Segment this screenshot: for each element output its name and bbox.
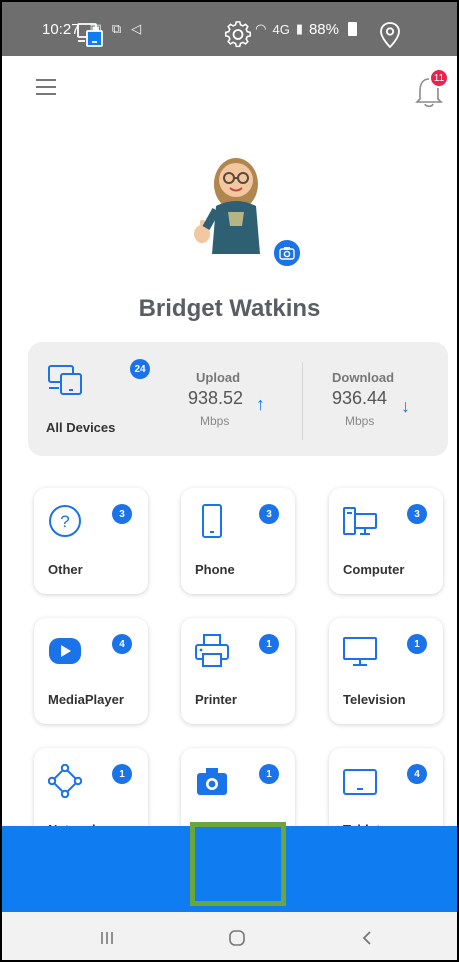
device-label: MediaPlayer — [48, 692, 124, 707]
television-icon — [343, 637, 377, 666]
device-count-badge: 1 — [407, 634, 427, 654]
device-label: Phone — [195, 562, 235, 577]
device-count-badge: 3 — [259, 504, 279, 524]
phone-icon — [202, 504, 222, 538]
device-card-computer[interactable]: 3 Computer — [329, 488, 443, 594]
device-count-badge: 1 — [259, 634, 279, 654]
upload-unit: Mbps — [200, 414, 230, 428]
signal-icon: ▮ — [295, 21, 303, 36]
all-devices-label[interactable]: All Devices — [46, 420, 115, 435]
download-unit: Mbps — [345, 414, 375, 428]
all-devices-icon[interactable] — [47, 364, 83, 396]
nav-settings[interactable]: Settings — [190, 2, 286, 88]
tablet-icon — [343, 769, 377, 795]
device-label: Television — [343, 692, 406, 707]
nav-label: Settings — [212, 54, 264, 70]
device-count-badge: 4 — [407, 764, 427, 784]
upload-label: Upload — [196, 370, 241, 385]
battery-percent: 88% — [308, 20, 339, 38]
media-player-icon — [49, 638, 81, 664]
download-value: 936.44 — [332, 388, 388, 408]
recents-icon[interactable] — [82, 912, 132, 960]
device-label: Printer — [195, 692, 237, 707]
summary-divider — [302, 362, 303, 440]
avatar-icon — [194, 158, 260, 254]
all-devices-count-badge: 24 — [130, 359, 150, 379]
upload-value: 938.52 — [188, 388, 244, 408]
app-frame: 10:27 ▣ ⧉ ◁ ◠ 4G ▮ 88% 11 Bridget Watkin… — [0, 0, 459, 962]
back-icon[interactable] — [342, 912, 392, 960]
svg-text:?: ? — [60, 512, 69, 531]
device-card-phone[interactable]: 3 Phone — [181, 488, 295, 594]
upload-arrow-icon: ↑ — [256, 394, 265, 414]
camera-icon — [197, 768, 227, 795]
nav-network-map[interactable]: Network Map — [342, 2, 438, 88]
change-photo-button[interactable] — [272, 238, 302, 268]
gear-icon — [224, 20, 252, 47]
device-count-badge: 3 — [112, 504, 132, 524]
device-label: Other — [48, 562, 83, 577]
device-count-badge: 1 — [112, 764, 132, 784]
device-count-badge: 3 — [407, 504, 427, 524]
home-icon[interactable] — [212, 912, 262, 960]
network-icon — [48, 764, 82, 798]
user-name: Bridget Watkins — [138, 295, 321, 322]
computer-icon — [343, 507, 377, 535]
device-count-badge: 4 — [112, 634, 132, 654]
question-icon: ? — [49, 505, 81, 537]
device-label: Computer — [343, 562, 405, 577]
devices-icon — [77, 22, 103, 47]
nav-devices[interactable]: Devices — [42, 2, 138, 88]
device-card-mediaplayer[interactable]: 4 MediaPlayer — [34, 618, 148, 724]
map-pin-icon — [380, 21, 400, 48]
device-card-television[interactable]: 1 Television — [329, 618, 443, 724]
download-arrow-icon: ↓ — [401, 396, 410, 416]
camera-icon — [279, 247, 295, 260]
device-count-badge: 1 — [259, 764, 279, 784]
nav-label: Devices — [65, 53, 115, 69]
device-card-other[interactable]: ? 3 Other — [34, 488, 148, 594]
settings-highlight-box — [190, 822, 286, 906]
device-card-printer[interactable]: 1 Printer — [181, 618, 295, 724]
nav-label: Network Map — [349, 54, 431, 70]
download-label: Download — [332, 370, 395, 385]
printer-icon — [195, 634, 229, 667]
